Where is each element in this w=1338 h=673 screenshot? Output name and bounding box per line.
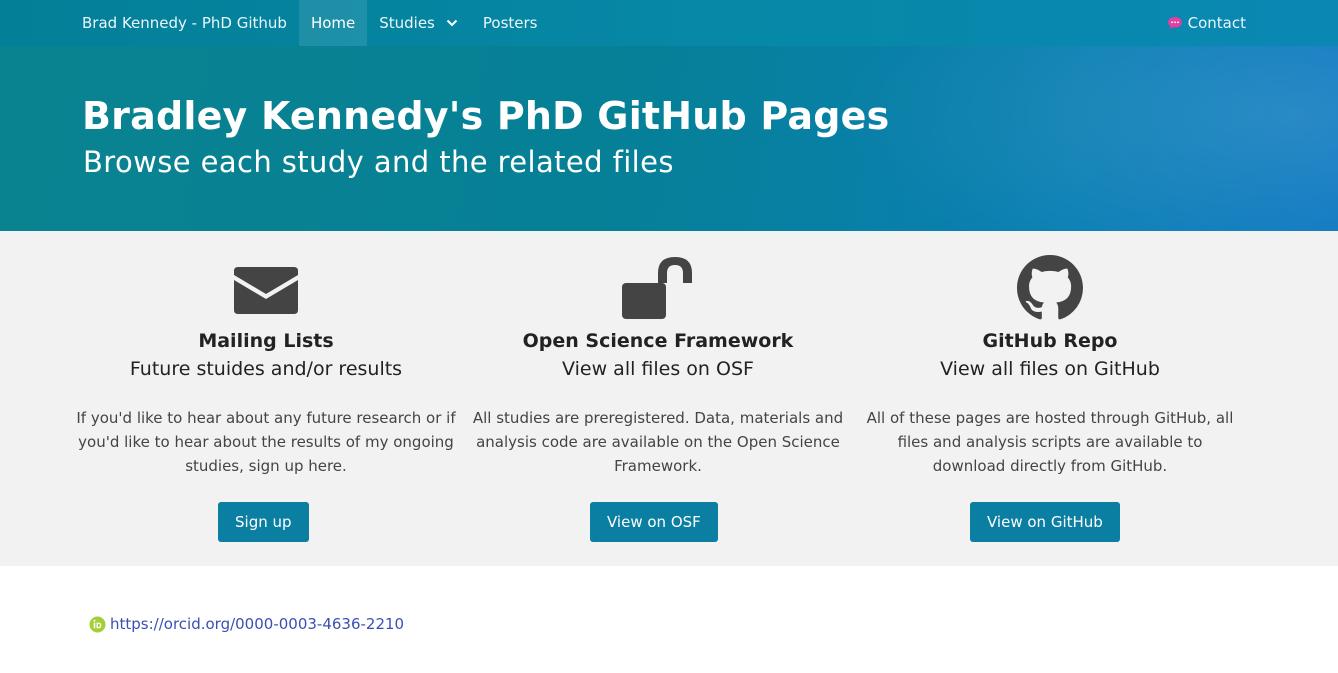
chevron-down-icon <box>446 19 458 27</box>
unlock-icon <box>622 257 692 319</box>
view-on-osf-button[interactable]: View on OSF <box>590 502 718 542</box>
nav-contact-link[interactable]: Contact <box>1167 0 1246 46</box>
card-subtitle: Future stuides and/or results <box>129 358 403 380</box>
hero-glow <box>800 46 1338 231</box>
github-icon <box>1017 255 1083 320</box>
card-icon-wrap <box>860 255 1240 321</box>
card-icon-wrap <box>468 255 848 321</box>
nav-studies-label: Studies <box>379 14 435 32</box>
envelope-icon <box>234 267 298 314</box>
card-title: Open Science Framework <box>522 330 794 352</box>
card-subtitle: View all files on GitHub <box>940 358 1160 380</box>
nav-posters-link[interactable]: Posters <box>471 0 550 46</box>
orcid-link[interactable]: https://orcid.org/0000-0003-4636-2210 <box>110 615 404 633</box>
nav-home-link[interactable]: Home <box>298 0 368 46</box>
card-title: Mailing Lists <box>198 330 334 352</box>
nav-right: Contact <box>1167 0 1246 46</box>
nav-contact-label: Contact <box>1187 14 1246 32</box>
view-on-github-button[interactable]: View on GitHub <box>970 502 1120 542</box>
chat-bubble-icon <box>1167 17 1182 29</box>
nav-studies-dropdown[interactable]: Studies <box>367 0 471 46</box>
nav-brand-link[interactable]: Brad Kennedy - PhD Github <box>70 0 299 46</box>
orcid-icon <box>89 615 106 633</box>
hero-banner: Bradley Kennedy's PhD GitHub Pages Brows… <box>0 46 1338 231</box>
orcid-footer: https://orcid.org/0000-0003-4636-2210 <box>89 615 404 633</box>
hero-subtitle: Browse each study and the related files <box>83 145 674 179</box>
card-subtitle: View all files on OSF <box>562 358 754 380</box>
features-section: Mailing Lists Future stuides and/or resu… <box>0 231 1338 566</box>
nav-links: Brad Kennedy - PhD Github Home Studies P… <box>70 0 550 46</box>
top-navbar: Brad Kennedy - PhD Github Home Studies P… <box>0 0 1338 46</box>
sign-up-button[interactable]: Sign up <box>218 502 309 542</box>
hero-title: Bradley Kennedy's PhD GitHub Pages <box>82 94 890 138</box>
card-description: All of these pages are hosted through Gi… <box>866 409 1234 475</box>
card-icon-wrap <box>76 255 456 321</box>
card-description: All studies are preregistered. Data, mat… <box>472 409 844 475</box>
card-title: GitHub Repo <box>982 330 1118 352</box>
card-description: If you'd like to hear about any future r… <box>76 409 456 475</box>
